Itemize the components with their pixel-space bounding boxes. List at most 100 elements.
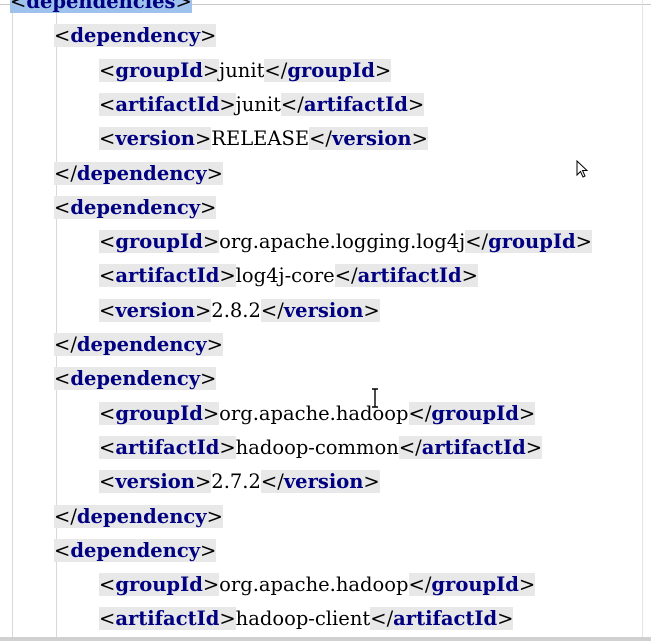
- close-tag: </version>: [309, 127, 428, 151]
- close-tag: </artifactId>: [334, 264, 478, 288]
- code-line[interactable]: </dependency>: [54, 328, 223, 362]
- tag-name: dependency: [70, 538, 201, 562]
- tag-bracket: <: [99, 58, 116, 82]
- tag-bracket: >: [219, 264, 236, 288]
- tag-bracket: </: [54, 504, 77, 528]
- open-tag: <groupId>: [99, 401, 220, 425]
- tag-name: groupId: [287, 58, 375, 82]
- code-line[interactable]: <version>2.7.2</version>: [99, 465, 380, 499]
- code-line[interactable]: <artifactId>log4j-core</artifactId>: [99, 259, 478, 293]
- code-line[interactable]: <version>2.8.2</version>: [99, 294, 380, 328]
- tag-bracket: >: [202, 58, 220, 82]
- tag-bracket: </: [264, 58, 288, 82]
- code-line[interactable]: <version>RELEASE</version>: [99, 122, 428, 156]
- tag-bracket: >: [363, 470, 380, 494]
- tag-bracket: <: [99, 607, 116, 631]
- open-tag: <version>: [99, 298, 212, 322]
- tag-name: artifactId: [421, 435, 526, 459]
- tag-bracket: >: [202, 401, 220, 425]
- open-tag: <artifactId>: [99, 435, 236, 459]
- tag-name: dependency: [76, 504, 207, 528]
- tag-name: artifactId: [393, 607, 498, 631]
- code-line[interactable]: </dependency>: [54, 500, 223, 534]
- code-line[interactable]: <artifactId>junit</artifactId>: [99, 88, 425, 122]
- close-tag: </dependency>: [54, 161, 223, 185]
- tag-name: artifactId: [303, 92, 408, 116]
- tag-bracket: <: [54, 195, 71, 219]
- xml-editor[interactable]: <dependencies> <dependency> <groupId>junit…: [0, 0, 651, 641]
- tag-bracket: <: [99, 470, 116, 494]
- tag-bracket: <: [99, 298, 116, 322]
- open-tag: <dependency>: [54, 538, 217, 562]
- element-value: org.apache.hadoop: [219, 573, 409, 597]
- tag-name: artifactId: [115, 607, 220, 631]
- tag-bracket: >: [461, 264, 478, 288]
- element-value: 2.8.2: [211, 298, 261, 322]
- open-tag: <version>: [99, 127, 212, 151]
- tag-bracket: </: [260, 470, 284, 494]
- code-line[interactable]: <dependencies>: [10, 0, 192, 19]
- code-line[interactable]: <dependency>: [54, 534, 217, 568]
- tag-bracket: </: [408, 573, 432, 597]
- tag-name: groupId: [115, 58, 203, 82]
- horizontal-scrollbar[interactable]: [0, 637, 651, 641]
- open-tag: <dependency>: [54, 24, 217, 48]
- tag-name: version: [115, 298, 195, 322]
- tag-bracket: <: [54, 24, 71, 48]
- tag-bracket: </: [280, 92, 304, 116]
- tag-bracket: >: [518, 573, 536, 597]
- code-line[interactable]: <artifactId>hadoop-client</artifactId>: [99, 602, 514, 636]
- tag-bracket: >: [200, 195, 217, 219]
- tag-name: groupId: [115, 401, 203, 425]
- code-line[interactable]: <groupId>org.apache.hadoop</groupId>: [99, 397, 536, 431]
- tag-name: dependency: [76, 161, 207, 185]
- tag-bracket: <: [10, 0, 27, 13]
- tag-name: artifactId: [115, 264, 220, 288]
- code-line[interactable]: <groupId>org.apache.logging.log4j</group…: [99, 225, 592, 259]
- tag-bracket: >: [202, 573, 220, 597]
- close-tag: </groupId>: [408, 573, 536, 597]
- close-tag: </groupId>: [408, 401, 536, 425]
- tag-bracket: </: [408, 401, 432, 425]
- tag-name: version: [115, 470, 195, 494]
- code-line[interactable]: <artifactId>hadoop-common</artifactId>: [99, 431, 543, 465]
- tag-bracket: >: [497, 607, 514, 631]
- tag-bracket: <: [99, 230, 116, 254]
- tag-bracket: <: [99, 264, 116, 288]
- tag-name: version: [283, 470, 364, 494]
- tag-bracket: >: [200, 367, 217, 391]
- code-line[interactable]: <dependency>: [54, 362, 217, 396]
- element-value: junit: [219, 58, 265, 82]
- tag-name: dependency: [76, 333, 207, 356]
- tag-name: groupId: [431, 401, 519, 425]
- tag-bracket: >: [374, 58, 392, 82]
- close-tag: </dependency>: [54, 504, 223, 528]
- tag-bracket: <: [99, 127, 116, 151]
- tag-name: dependency: [70, 367, 201, 391]
- tag-bracket: >: [202, 230, 220, 254]
- tag-bracket: </: [260, 298, 284, 322]
- tag-bracket: >: [206, 504, 223, 528]
- tag-bracket: <: [54, 538, 71, 562]
- tag-bracket: >: [518, 401, 536, 425]
- tag-bracket: >: [200, 538, 217, 562]
- right-margin-line: [642, 0, 643, 641]
- open-tag: <dependencies>: [10, 0, 192, 13]
- element-value: hadoop-client: [235, 607, 371, 631]
- tag-bracket: <: [99, 435, 116, 459]
- code-line[interactable]: </dependency>: [54, 157, 223, 191]
- code-line[interactable]: <dependency>: [54, 19, 217, 53]
- tag-name: version: [331, 127, 412, 151]
- tag-name: groupId: [115, 573, 203, 597]
- open-tag: <dependency>: [54, 367, 217, 391]
- tag-bracket: <: [99, 92, 116, 116]
- open-tag: <dependency>: [54, 195, 217, 219]
- code-line[interactable]: <groupId>junit</groupId>: [99, 54, 392, 88]
- code-line[interactable]: <dependency>: [54, 191, 217, 225]
- tag-name: artifactId: [357, 264, 462, 288]
- tag-bracket: </: [465, 230, 489, 254]
- arrow-cursor-icon: [576, 160, 589, 178]
- tag-bracket: </: [334, 264, 358, 288]
- tag-bracket: </: [370, 607, 394, 631]
- code-line[interactable]: <groupId>org.apache.hadoop</groupId>: [99, 568, 536, 602]
